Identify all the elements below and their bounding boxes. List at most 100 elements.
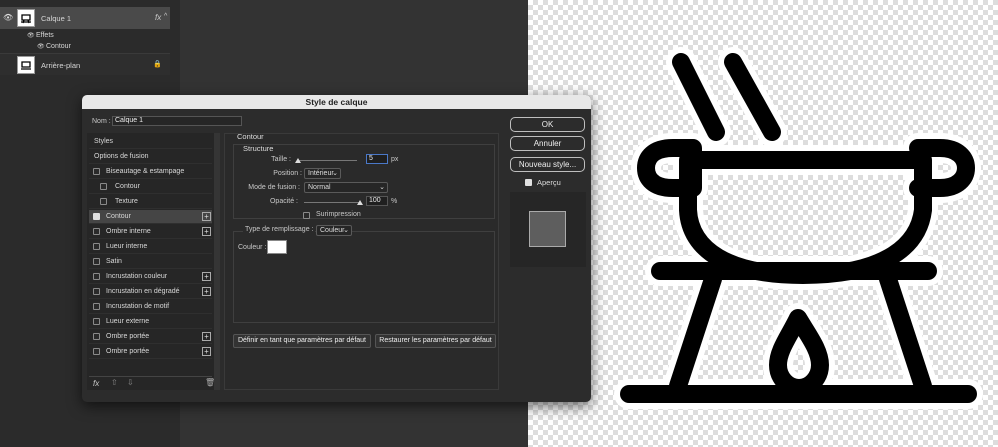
sidebar-item-checkbox[interactable]	[100, 198, 107, 205]
size-unit: px	[391, 156, 399, 163]
sidebar-item[interactable]: Lueur externe	[89, 315, 212, 329]
sidebar-item[interactable]: Incrustation couleur +	[89, 270, 212, 284]
add-effect-plus-icon[interactable]: +	[202, 287, 211, 296]
settings-panel: Contour Structure Taille : 5 px Position…	[224, 132, 499, 390]
add-effect-plus-icon[interactable]: +	[202, 272, 211, 281]
sidebar-item[interactable]: Contour +	[89, 210, 212, 224]
structure-title: Structure	[243, 144, 274, 153]
layer-row-calque1[interactable]: 👁 Calque 1 fx ^	[0, 7, 170, 29]
color-swatch[interactable]	[267, 240, 287, 254]
sidebar-item[interactable]: Ombre portée +	[89, 330, 212, 344]
preview-checkbox[interactable]	[525, 179, 532, 186]
add-effect-plus-icon[interactable]: +	[202, 212, 211, 221]
lock-icon[interactable]: 🔒	[153, 60, 162, 68]
sidebar-item-checkbox[interactable]	[93, 213, 100, 220]
position-select[interactable]: Intérieur ⌄	[304, 168, 341, 179]
sidebar-item-label: Contour	[106, 213, 131, 220]
fx-icon[interactable]: fx	[93, 379, 99, 388]
opacity-input[interactable]: 100	[366, 196, 388, 206]
move-up-icon[interactable]: ⇧	[111, 378, 118, 387]
sidebar-item-label: Lueur interne	[106, 243, 148, 250]
sidebar-item-checkbox[interactable]	[93, 273, 100, 280]
sidebar-item[interactable]: Texture	[89, 195, 212, 209]
sidebar-item-checkbox[interactable]	[93, 258, 100, 265]
chevron-up-icon[interactable]: ^	[164, 13, 167, 20]
sidebar-item-checkbox[interactable]	[93, 228, 100, 235]
name-label: Nom :	[92, 118, 111, 125]
sidebar-item-label: Ombre interne	[106, 228, 151, 235]
sidebar-item-label: Biseautage & estampage	[106, 168, 185, 175]
name-input[interactable]: Calque 1	[112, 116, 242, 126]
sidebar-item[interactable]: Ombre interne +	[89, 225, 212, 239]
sidebar-item-checkbox[interactable]	[100, 183, 107, 190]
fill-type-label: Type de remplissage :	[243, 226, 316, 233]
sidebar-item[interactable]: Lueur interne	[89, 240, 212, 254]
sidebar-item-checkbox[interactable]	[93, 243, 100, 250]
background-layer-name[interactable]: Arrière-plan	[41, 61, 80, 70]
effects-row[interactable]: 👁 Effets	[0, 30, 170, 40]
move-down-icon[interactable]: ⇩	[127, 378, 134, 387]
sidebar-item[interactable]: Biseautage & estampage	[89, 165, 212, 179]
document-canvas[interactable]	[528, 0, 998, 447]
sidebar-item-label: Ombre portée	[106, 333, 150, 340]
new-style-button[interactable]: Nouveau style...	[510, 157, 585, 172]
blend-mode-label: Mode de fusion :	[248, 184, 300, 191]
color-label: Couleur :	[238, 244, 267, 251]
set-default-button[interactable]: Définir en tant que paramètres par défau…	[233, 334, 371, 348]
visibility-eye-icon[interactable]: 👁	[27, 32, 35, 39]
sidebar-item-label: Incrustation en dégradé	[106, 288, 180, 295]
sidebar-item-checkbox[interactable]	[93, 348, 100, 355]
sidebar-item[interactable]: Satin	[89, 255, 212, 269]
section-title: Contour	[237, 132, 264, 141]
sidebar-item[interactable]: Contour	[89, 180, 212, 194]
styles-sidebar: Styles Options de fusion Biseautage & esta…	[87, 133, 215, 390]
sidebar-item-label: Incrustation de motif	[106, 303, 170, 310]
structure-group: Structure Taille : 5 px Position : Intér…	[233, 144, 495, 219]
layer-style-dialog: Style de calque Nom : Calque 1 Styles Opt…	[82, 95, 591, 402]
sidebar-item-checkbox[interactable]	[93, 333, 100, 340]
add-effect-plus-icon[interactable]: +	[202, 347, 211, 356]
size-label: Taille :	[271, 156, 291, 163]
contour-effect-row[interactable]: 👁 Contour	[0, 41, 170, 51]
fondue-pot-icon	[614, 47, 983, 409]
sidebar-item[interactable]: Styles	[89, 135, 212, 149]
size-slider-thumb[interactable]	[295, 158, 302, 163]
sidebar-item[interactable]: Incrustation de motif	[89, 300, 212, 314]
preview-box	[510, 192, 586, 267]
size-slider[interactable]	[297, 160, 357, 161]
chevron-down-icon: ⌄	[332, 170, 338, 177]
sidebar-item-label: Incrustation couleur	[106, 273, 168, 280]
sidebar-item-label: Texture	[115, 198, 138, 205]
preview-swatch	[529, 211, 566, 247]
size-input[interactable]: 5	[366, 154, 388, 164]
contour-effect-label: Contour	[46, 42, 71, 50]
sidebar-item-label: Options de fusion	[94, 153, 149, 160]
sidebar-item-label: Contour	[115, 183, 140, 190]
cancel-button[interactable]: Annuler	[510, 136, 585, 151]
overprint-label: Surimpression	[316, 211, 361, 218]
layer-name[interactable]: Calque 1	[41, 14, 71, 23]
reset-default-button[interactable]: Restaurer les paramètres par défaut	[375, 334, 496, 348]
opacity-slider-thumb[interactable]	[357, 200, 363, 205]
sidebar-item-checkbox[interactable]	[93, 303, 100, 310]
blend-mode-select[interactable]: Normal ⌄	[304, 182, 388, 193]
add-effect-plus-icon[interactable]: +	[202, 332, 211, 341]
opacity-unit: %	[391, 198, 398, 205]
sidebar-item[interactable]: Incrustation en dégradé +	[89, 285, 212, 299]
add-effect-plus-icon[interactable]: +	[202, 227, 211, 236]
fill-type-select[interactable]: Couleur ⌄	[316, 225, 352, 236]
sidebar-item[interactable]: Options de fusion	[89, 150, 212, 164]
sidebar-item-checkbox[interactable]	[93, 168, 100, 175]
layer-row-background[interactable]: Arrière-plan 🔒	[0, 53, 170, 75]
sidebar-item-checkbox[interactable]	[93, 318, 100, 325]
visibility-eye-icon[interactable]: 👁	[37, 43, 45, 50]
visibility-eye-icon[interactable]: 👁	[3, 13, 13, 22]
opacity-slider[interactable]	[304, 202, 360, 203]
opacity-label: Opacité :	[269, 198, 298, 205]
ok-button[interactable]: OK	[510, 117, 585, 132]
overprint-checkbox[interactable]	[303, 212, 310, 219]
sidebar-item[interactable]: Ombre portée +	[89, 345, 212, 359]
sidebar-scrollbar[interactable]	[214, 133, 220, 390]
fx-icon[interactable]: fx	[155, 13, 161, 22]
sidebar-item-checkbox[interactable]	[93, 288, 100, 295]
